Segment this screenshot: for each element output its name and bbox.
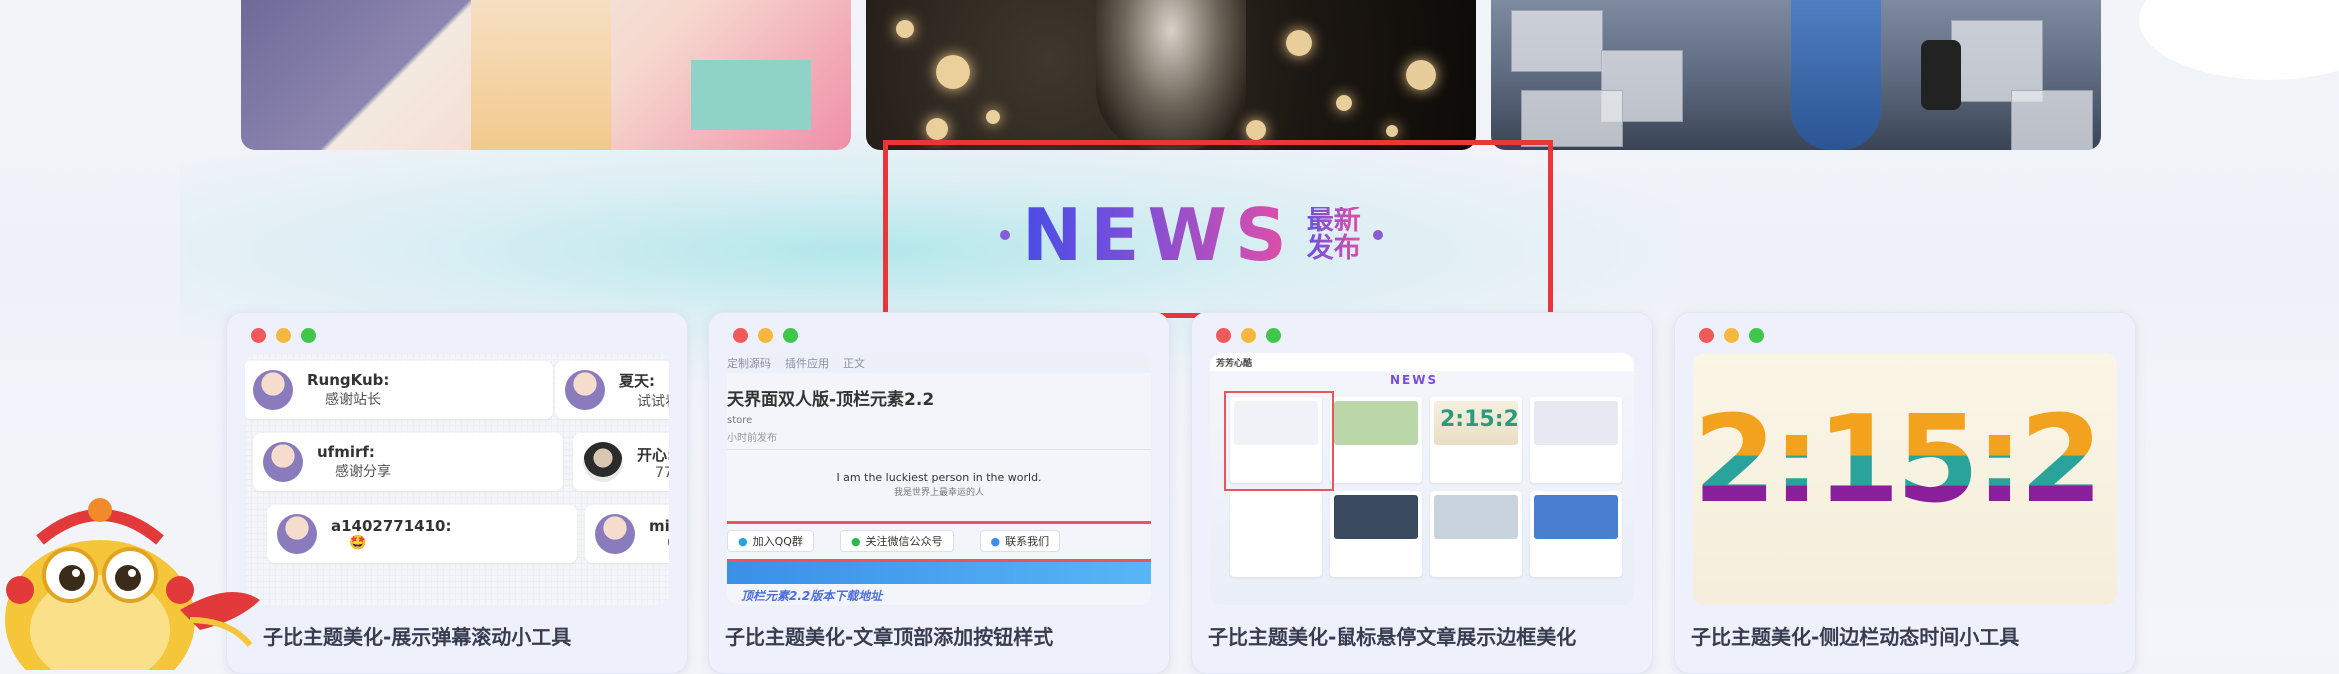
danmaku-name: ufmirf: [317, 443, 375, 461]
preview-button-row: ● 加入QQ群 ● 关注微信公众号 ● 联系我们 [727, 521, 1151, 556]
preview-contact-button: ● 联系我们 [979, 530, 1061, 552]
article-title-link[interactable]: 子比主题美化-鼠标悬停文章展示边框美化 [1208, 621, 1576, 650]
minimize-dot-icon [276, 328, 291, 343]
maximize-dot-icon [301, 328, 316, 343]
preview-heading: 天界面双人版-顶栏元素2.2 [727, 390, 935, 410]
breadcrumb-item: 插件应用 [785, 357, 829, 370]
danmaku-bubble: 开心:777 [573, 433, 669, 491]
article-title-link[interactable]: 子比主题美化-展示弹幕滚动小工具 [263, 621, 571, 650]
preview-site-header: 芳芳心酷 [1210, 353, 1634, 371]
preview-quote-sub: 我是世界上最幸运的人 [893, 488, 984, 498]
preview-wechat-button: ● 关注微信公众号 [839, 530, 954, 552]
breadcrumb-item: 定制源码 [727, 357, 771, 370]
preview-hover-border [1224, 391, 1334, 491]
danmaku-bubble: a1402771410: 🤩 [267, 505, 577, 563]
lion-dance-mascot-icon [5, 498, 260, 670]
article-title-link[interactable]: 子比主题美化-文章顶部添加按钮样式 [725, 621, 1053, 650]
avatar [595, 514, 635, 554]
news-title-word: NEWS [1022, 193, 1295, 277]
avatar [583, 442, 623, 482]
section-title-news: NEWS 最新 发布 [1000, 195, 1383, 275]
danmaku-name: 开心: [637, 445, 669, 464]
danmaku-bubble: mi6 [585, 505, 669, 563]
preview-quote: I am the luckiest person in the world. [836, 471, 1042, 484]
close-dot-icon [733, 328, 748, 343]
article-preview-image[interactable]: 2:15:2 [1693, 353, 2117, 605]
window-controls [1699, 328, 1764, 343]
breadcrumb-item: 正文 [843, 357, 865, 370]
preview-clock: 2:15:2 [1440, 407, 1519, 432]
banner-image-anime-girl-blonde[interactable] [241, 0, 851, 150]
preview-logo: 芳芳心酷 [1216, 358, 1253, 369]
preview-qq-button: ● 加入QQ群 [727, 530, 814, 552]
news-subtitle-line1: 最新 [1306, 204, 1361, 236]
avatar [277, 514, 317, 554]
article-card[interactable]: 2:15:2 子比主题美化-侧边栏动态时间小工具 [1674, 312, 2136, 674]
danmaku-name: mi [649, 517, 669, 535]
danmaku-message: 感谢站长 [325, 392, 381, 408]
window-controls [1216, 328, 1281, 343]
background-cloud [2139, 0, 2339, 80]
preview-author: store [727, 415, 753, 426]
danmaku-message: 6 [667, 535, 669, 551]
article-card[interactable]: 定制源码 插件应用 正文 天界面双人版-顶栏元素2.2 store 小时前发布 … [708, 312, 1170, 674]
maximize-dot-icon [1266, 328, 1281, 343]
close-dot-icon [1699, 328, 1714, 343]
danmaku-name: RungKub: [307, 371, 390, 389]
minimize-dot-icon [1241, 328, 1256, 343]
preview-download-label: 顶栏元素2.2版本下载地址 [741, 589, 883, 603]
danmaku-bubble: 夏天: 试试看 [555, 361, 669, 419]
preview-time: 小时前发布 [727, 433, 777, 444]
preview-blue-bar [727, 559, 1151, 584]
maximize-dot-icon [1749, 328, 1764, 343]
close-dot-icon [1216, 328, 1231, 343]
window-controls [251, 328, 316, 343]
article-preview-image[interactable]: 芳芳心酷 NEWS 2:15:2 [1210, 353, 1634, 605]
danmaku-name: a1402771410: [331, 517, 452, 535]
preview-clock: 2:15:2 [1693, 401, 2117, 521]
article-card[interactable]: 芳芳心酷 NEWS 2:15:2 子比主题美化-鼠标悬停文章展示边框美化 [1191, 312, 1653, 674]
banner-image-anime-girl-bokeh[interactable] [866, 0, 1476, 150]
article-preview-image[interactable]: 定制源码 插件应用 正文 天界面双人版-顶栏元素2.2 store 小时前发布 … [727, 353, 1151, 605]
news-subtitle-line2: 发布 [1306, 233, 1361, 264]
preview-breadcrumb: 定制源码 插件应用 正文 [727, 353, 1151, 373]
minimize-dot-icon [1724, 328, 1739, 343]
avatar [565, 370, 605, 410]
danmaku-message: 试试看 [637, 393, 669, 410]
title-dot-right [1372, 230, 1383, 240]
banner-image-anime-girl-blue-hair[interactable] [1491, 0, 2101, 150]
maximize-dot-icon [783, 328, 798, 343]
danmaku-name: 夏天: [619, 371, 655, 390]
window-controls [733, 328, 798, 343]
article-preview-image[interactable]: RungKub: 感谢站长 夏天: 试试看 ufmirf: 感谢分享 开心:777 a… [245, 353, 669, 605]
article-title-link[interactable]: 子比主题美化-侧边栏动态时间小工具 [1691, 621, 2019, 650]
close-dot-icon [251, 328, 266, 343]
danmaku-message: 感谢分享 [335, 464, 391, 480]
danmaku-bubble: ufmirf: 感谢分享 [253, 433, 563, 491]
danmaku-message: 🤩 [349, 535, 367, 551]
news-title-subtitle: 最新 发布 [1307, 207, 1361, 264]
avatar [253, 370, 293, 410]
danmaku-message: 777 [655, 464, 669, 481]
danmaku-bubble: RungKub: 感谢站长 [245, 361, 553, 419]
preview-mini-news: NEWS [1390, 373, 1439, 387]
minimize-dot-icon [758, 328, 773, 343]
article-card[interactable]: RungKub: 感谢站长 夏天: 试试看 ufmirf: 感谢分享 开心:777 a… [226, 312, 688, 674]
title-dot-left [1000, 230, 1010, 240]
